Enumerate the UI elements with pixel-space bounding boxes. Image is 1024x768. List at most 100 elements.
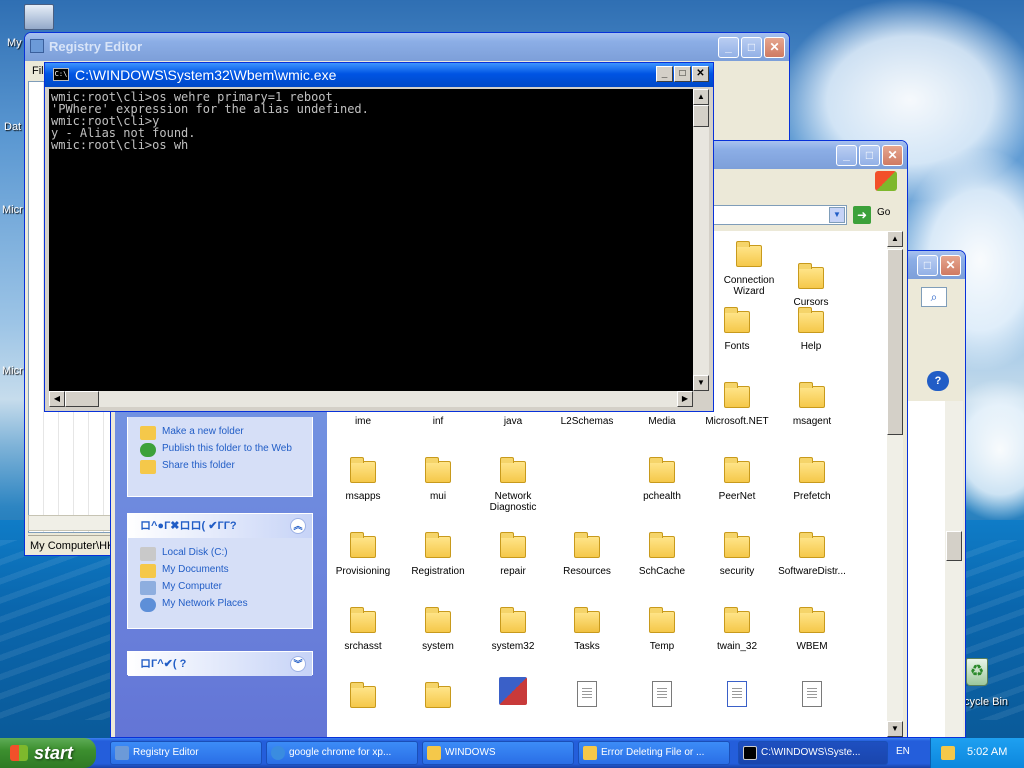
chevron-up-icon[interactable]: ︽: [290, 518, 306, 534]
folder-icon: [574, 532, 600, 558]
folder-item[interactable]: system: [396, 607, 480, 652]
language-indicator[interactable]: EN: [896, 746, 910, 757]
console-vertical-scrollbar[interactable]: ▲ ▼: [693, 89, 709, 391]
desktop-icon-label[interactable]: Micr: [2, 365, 23, 377]
registry-hscroll[interactable]: [28, 515, 118, 531]
my-network-places-link[interactable]: My Network Places: [128, 595, 312, 612]
chevron-down-icon[interactable]: ︾: [290, 656, 306, 672]
folder-item[interactable]: msagent: [770, 382, 854, 427]
folder-item[interactable]: Cursors: [769, 263, 853, 308]
publish-folder-link[interactable]: Publish this folder to the Web: [128, 440, 312, 457]
close-button[interactable]: ✕: [692, 66, 709, 82]
vertical-scrollbar[interactable]: ▲ ▼: [887, 231, 903, 737]
scroll-up-button[interactable]: ▲: [693, 89, 709, 105]
desktop-icon-label[interactable]: Dat: [4, 121, 21, 133]
taskbar-item-registry-editor[interactable]: Registry Editor: [110, 741, 262, 765]
my-documents-link[interactable]: My Documents: [128, 561, 312, 578]
my-computer-link[interactable]: My Computer: [128, 578, 312, 595]
scroll-right-button[interactable]: ▶: [677, 391, 693, 407]
other-places-header[interactable]: ロ^●Г✖ロロ( ✔ГГ? ︽: [128, 514, 312, 538]
details-header[interactable]: ロГ^✔( ? ︾: [128, 652, 312, 676]
folder-item[interactable]: mui: [396, 457, 480, 502]
registry-editor-titlebar[interactable]: Registry Editor _ □ ✕: [25, 33, 789, 61]
folder-item[interactable]: repair: [471, 532, 555, 577]
console-horizontal-scrollbar[interactable]: ◀ ▶: [49, 391, 693, 407]
tray-icon[interactable]: [941, 746, 955, 760]
folder-item[interactable]: srchasst: [321, 607, 405, 652]
chevron-down-icon[interactable]: ▼: [829, 207, 845, 223]
taskbar-item-windows-folder[interactable]: WINDOWS: [422, 741, 574, 765]
scroll-left-button[interactable]: ◀: [49, 391, 65, 407]
local-disk-link[interactable]: Local Disk (C:): [128, 544, 312, 561]
scroll-thumb[interactable]: [65, 391, 99, 407]
desktop-icon-label[interactable]: Micr: [2, 204, 23, 216]
desktop-icon-label[interactable]: My: [7, 37, 22, 49]
folder-item[interactable]: Help: [769, 307, 853, 352]
folder-item[interactable]: SchCache: [620, 532, 704, 577]
file-item[interactable]: [620, 681, 704, 713]
file-item[interactable]: [545, 681, 629, 713]
minimize-button[interactable]: _: [836, 145, 857, 166]
scroll-thumb[interactable]: [887, 249, 903, 435]
go-button[interactable]: Go: [877, 207, 890, 218]
folder-item[interactable]: [396, 682, 480, 716]
folder-icon: [350, 607, 376, 633]
maximize-button[interactable]: □: [741, 37, 762, 58]
help-icon[interactable]: ?: [927, 371, 949, 391]
folder-item[interactable]: Prefetch: [770, 457, 854, 502]
error-window[interactable]: □ ✕ ⌕ ?: [900, 250, 966, 738]
scroll-up-button[interactable]: ▲: [887, 231, 903, 247]
my-computer-icon[interactable]: [24, 4, 54, 30]
folder-item[interactable]: system32: [471, 607, 555, 652]
folder-item[interactable]: twain_32: [695, 607, 779, 652]
folder-item[interactable]: Temp: [620, 607, 704, 652]
folder-item[interactable]: SoftwareDistr...: [770, 532, 854, 577]
console-screen[interactable]: wmic:root\cli>os wehre primary=1 reboot '…: [49, 89, 693, 391]
taskbar-item-console[interactable]: C:\WINDOWS\Syste...: [738, 741, 888, 765]
folder-item[interactable]: Registration: [396, 532, 480, 577]
folder-item[interactable]: pchealth: [620, 457, 704, 502]
go-arrow-icon[interactable]: ➜: [853, 206, 871, 224]
maximize-button[interactable]: □: [859, 145, 880, 166]
share-folder-link[interactable]: Share this folder: [128, 457, 312, 474]
internet-explorer-icon: [271, 746, 285, 760]
console-titlebar[interactable]: C:\ C:\WINDOWS\System32\Wbem\wmic.exe _ …: [45, 63, 713, 87]
start-button[interactable]: start: [0, 738, 96, 768]
menu-file[interactable]: Fil: [32, 65, 44, 77]
minimize-button[interactable]: _: [656, 66, 673, 82]
minimize-button[interactable]: _: [718, 37, 739, 58]
other-places-panel: ロ^●Г✖ロロ( ✔ГГ? ︽ Local Disk (C:) My Docum…: [127, 513, 313, 629]
address-bar[interactable]: ▼: [711, 205, 847, 225]
folder-item[interactable]: msapps: [321, 457, 405, 502]
close-button[interactable]: ✕: [940, 255, 961, 276]
folder-item[interactable]: WBEM: [770, 607, 854, 652]
taskbar-item-internet-explorer[interactable]: google chrome for xp...: [266, 741, 418, 765]
taskbar-item-error-deleting[interactable]: Error Deleting File or ...: [578, 741, 730, 765]
scroll-down-button[interactable]: ▼: [693, 375, 709, 391]
file-item[interactable]: [471, 677, 555, 705]
scroll-thumb[interactable]: [693, 105, 709, 127]
folder-item[interactable]: [321, 682, 405, 716]
folder-item[interactable]: Network Diagnostic: [471, 457, 555, 513]
recycle-bin-icon[interactable]: ♻: [966, 658, 988, 686]
maximize-button[interactable]: □: [917, 255, 938, 276]
maximize-button[interactable]: □: [674, 66, 691, 82]
share-icon: [140, 460, 156, 474]
folder-item[interactable]: PeerNet: [695, 457, 779, 502]
file-item[interactable]: [770, 681, 854, 713]
close-button[interactable]: ✕: [882, 145, 903, 166]
clock[interactable]: 5:02 AM: [967, 746, 1007, 758]
close-button[interactable]: ✕: [764, 37, 785, 58]
folder-item[interactable]: security: [695, 532, 779, 577]
search-icon[interactable]: ⌕: [921, 287, 947, 307]
make-new-folder-link[interactable]: Make a new folder: [128, 423, 312, 440]
file-item[interactable]: [695, 681, 779, 713]
scroll-down-button[interactable]: ▼: [887, 721, 903, 737]
folder-item[interactable]: Tasks: [545, 607, 629, 652]
folder-icon: [500, 607, 526, 633]
console-window[interactable]: C:\ C:\WINDOWS\System32\Wbem\wmic.exe _ …: [44, 62, 714, 412]
desktop-icon-label[interactable]: cycle Bin: [964, 696, 1008, 708]
folder-item[interactable]: Provisioning: [321, 532, 405, 577]
vertical-scrollbar[interactable]: [945, 401, 963, 737]
folder-item[interactable]: Resources: [545, 532, 629, 577]
